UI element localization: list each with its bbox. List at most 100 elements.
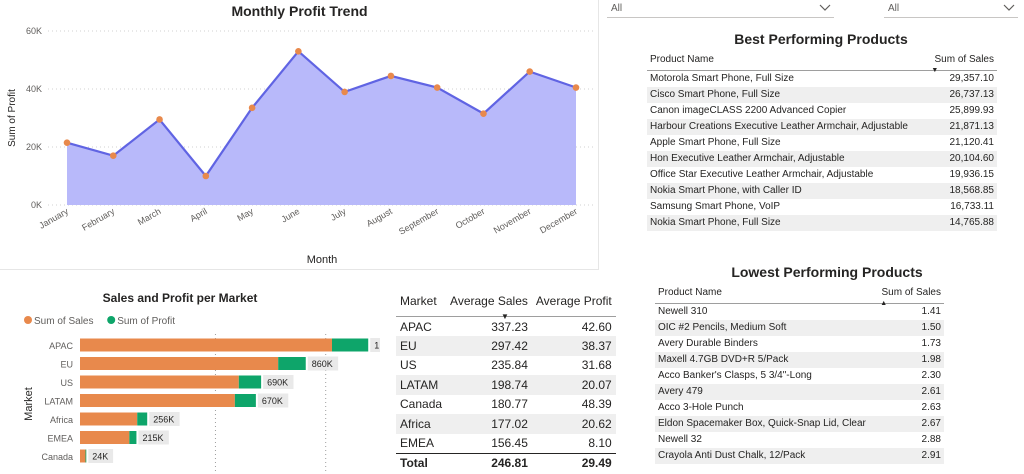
table-row[interactable]: Nokia Smart Phone, Full Size 14,765.88 (647, 214, 997, 231)
table-row[interactable]: Apple Smart Phone, Full Size 21,120.41 (647, 135, 997, 151)
data-point[interactable] (248, 104, 256, 112)
profit-bar[interactable] (332, 338, 369, 352)
total-value: 29.49 (531, 452, 616, 473)
column-header-market[interactable]: Market (396, 290, 447, 317)
profit-bar[interactable] (234, 394, 256, 407)
sales-bar[interactable] (80, 357, 279, 370)
table-row[interactable]: Maxell 4.7GB DVD+R 5/Pack 1.98 (655, 351, 944, 368)
table-row[interactable]: Avery Durable Binders 1.73 (655, 336, 944, 352)
profit-bar[interactable] (278, 357, 306, 370)
table-row[interactable]: US 235.84 31.68 (396, 356, 616, 376)
total-row: Total 246.81 29.49 (396, 452, 616, 473)
table-cell-value: 42.60 (581, 319, 612, 334)
table-cell-value: 14,765.88 (927, 214, 997, 231)
table-cell-value: 8.10 (588, 436, 612, 450)
sales-bar[interactable] (80, 412, 138, 426)
data-point[interactable] (295, 48, 302, 55)
table-cell-label: Acco 3-Hole Punch (658, 402, 744, 413)
y-tick-label: Canada (41, 452, 73, 462)
sales-bar[interactable] (80, 394, 235, 407)
table-cell-value: 198.74 (446, 375, 532, 395)
column-header-sum-of-sales-label: Sum of Sales (881, 287, 941, 298)
x-tick-label: May (235, 206, 255, 223)
column-header-average-profit[interactable]: Average Profit (531, 290, 616, 317)
table-row[interactable]: EU 297.42 38.37 (396, 336, 616, 356)
table-cell-label: Acco Banker's Clasps, 5 3/4"-Long (658, 370, 812, 381)
table-cell-label: Avery 479 (655, 383, 877, 400)
profit-bar[interactable] (85, 449, 87, 463)
slicer-dropdown-2[interactable]: All (884, 1, 1018, 18)
x-tick-label: February (80, 206, 117, 233)
data-point[interactable] (572, 84, 580, 91)
sales-bar[interactable] (80, 431, 130, 444)
profit-bar[interactable] (129, 431, 137, 444)
x-tick-label: January (37, 206, 70, 231)
column-header-product-name[interactable]: Product Name (655, 285, 877, 304)
data-point[interactable] (526, 68, 534, 75)
sales-profit-market-panel: Sales and Profit per Market Sum of Sales… (0, 288, 380, 474)
total-label: Total (396, 452, 447, 473)
slicer-2-value: All (888, 3, 900, 14)
table-row[interactable]: Hon Executive Leather Armchair, Adjustab… (647, 150, 997, 167)
table-row[interactable]: OIC #2 Pencils, Medium Soft 1.50 (655, 319, 944, 336)
table-row[interactable]: Nokia Smart Phone, with Caller ID 18,568.… (647, 182, 997, 199)
column-header-average-sales-label: Average Sales (450, 294, 528, 308)
table-cell-value: 1.73 (921, 338, 941, 349)
data-point[interactable] (202, 172, 210, 180)
data-point[interactable] (156, 116, 163, 123)
table-row[interactable]: Acco 3-Hole Punch 2.63 (655, 400, 944, 416)
table-row[interactable]: Harbour Creations Executive Leather Armc… (647, 118, 997, 135)
data-point[interactable] (387, 72, 395, 80)
table-cell-label: Maxell 4.7GB DVD+R 5/Pack (655, 351, 877, 368)
table-cell-value: 235.84 (491, 358, 528, 373)
data-point[interactable] (109, 152, 117, 159)
sales-bar[interactable] (80, 338, 332, 352)
table-cell-value: 2.30 (921, 370, 941, 381)
total-value: 246.81 (446, 452, 532, 473)
table-row[interactable]: Samsung Smart Phone, VoIP 16,733.11 (647, 199, 997, 215)
table-row[interactable]: Newell 310 1.41 (655, 304, 944, 320)
table-row[interactable]: LATAM 198.74 20.07 (396, 375, 616, 395)
table-row[interactable]: Crayola Anti Dust Chalk, 12/Pack 2.91 (655, 447, 944, 464)
y-tick-label: Africa (50, 415, 73, 425)
table-cell-value: 31.68 (581, 358, 612, 373)
sales-bar[interactable] (80, 375, 239, 389)
profit-area-fill (67, 51, 576, 205)
profit-bar[interactable] (238, 375, 262, 389)
table-row[interactable]: Acco Banker's Clasps, 5 3/4"-Long 2.30 (655, 368, 944, 384)
slicer-dropdown-1[interactable]: All (607, 1, 834, 18)
table-row[interactable]: EMEA 156.45 8.10 (396, 434, 616, 454)
data-label: 860K (312, 359, 333, 369)
data-label: 256K (153, 415, 174, 425)
table-row[interactable]: Canon imageCLASS 2200 Advanced Copier 25,… (647, 103, 997, 119)
data-point[interactable] (433, 84, 441, 91)
table-row[interactable]: Africa 177.02 20.62 (396, 414, 616, 434)
sales-bar[interactable] (80, 449, 86, 463)
table-row[interactable]: Motorola Smart Phone, Full Size 29,357.10 (647, 71, 997, 87)
data-label: 670K (262, 396, 283, 406)
table-row[interactable]: Office Star Executive Leather Armchair, … (647, 167, 997, 183)
table-cell-label: Newell 32 (658, 434, 702, 445)
chevron-down-icon (819, 4, 831, 11)
legend-label[interactable]: Sum of Profit (117, 316, 175, 327)
table-row[interactable]: Avery 479 2.61 (655, 383, 944, 400)
table-cell-value: 20.62 (531, 414, 616, 434)
data-point[interactable] (480, 110, 487, 117)
table-row[interactable]: Eldon Spacemaker Box, Quick-Snap Lid, Cl… (655, 415, 944, 432)
table-row[interactable]: Canada 180.77 48.39 (396, 395, 616, 415)
table-row[interactable]: Newell 32 2.88 (655, 432, 944, 448)
column-header-sum-of-sales[interactable]: Sum of Sales ▲ (876, 285, 944, 307)
column-header-average-sales[interactable]: Average Sales ▼ (446, 290, 532, 321)
x-tick-label: September (397, 206, 440, 237)
table-cell-label: APAC (400, 319, 432, 334)
table-row[interactable]: Cisco Smart Phone, Full Size 26,737.13 (647, 86, 997, 103)
table-cell-value: 2.91 (876, 447, 944, 464)
column-header-sum-of-sales[interactable]: Sum of Sales ▼ (927, 52, 997, 74)
data-point[interactable] (341, 88, 348, 96)
legend-label[interactable]: Sum of Sales (34, 316, 93, 327)
profit-bar[interactable] (137, 412, 148, 426)
column-header-sum-of-sales-label: Sum of Sales (934, 54, 994, 65)
y-tick-label: US (60, 378, 73, 388)
data-point[interactable] (63, 139, 71, 146)
column-header-product-name[interactable]: Product Name (647, 52, 928, 71)
